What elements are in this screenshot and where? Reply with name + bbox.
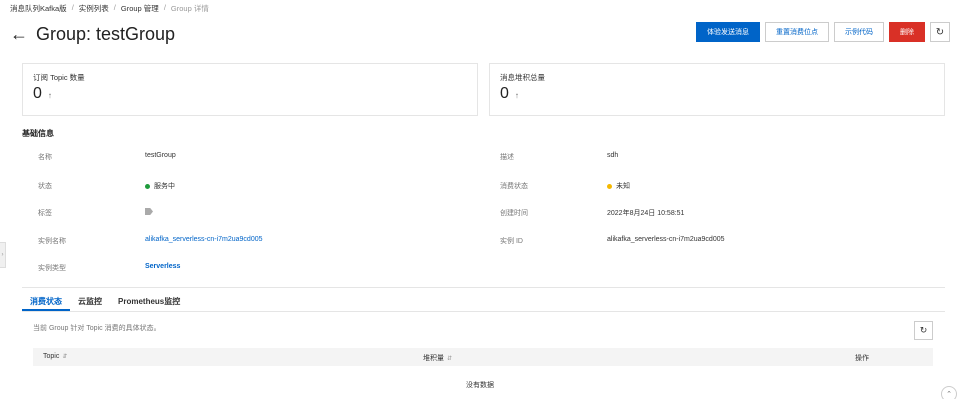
message-backlog-value: 0 xyxy=(500,85,509,102)
status-badge: 服务中 xyxy=(145,181,175,191)
tab-consume-status[interactable]: 消费状态 xyxy=(22,294,70,311)
refresh-icon[interactable]: ↻ xyxy=(930,22,950,42)
column-topic: Topic ⇵ xyxy=(43,353,67,360)
name-value: testGroup xyxy=(145,152,176,159)
breadcrumb-instance-list[interactable]: 实例列表 xyxy=(79,3,109,14)
column-topic-label: Topic xyxy=(43,353,60,360)
subscribed-topics-card: 订阅 Topic 数量 0 ↑ xyxy=(22,63,478,116)
refresh-icon[interactable]: ↻ xyxy=(914,321,933,340)
arrow-up-icon: ↑ xyxy=(514,91,519,100)
instance-name-link[interactable]: alikafka_serverless-cn-i7m2ua9cd005 xyxy=(145,236,263,243)
created-time-label: 创建时间 xyxy=(500,210,528,217)
chevron-up-icon[interactable]: ⌃ xyxy=(941,386,957,399)
table-header: Topic ⇵ 堆积量 ⇵ 操作 xyxy=(33,348,933,366)
subscribed-topics-label: 订阅 Topic 数量 xyxy=(33,73,85,82)
reset-offset-button[interactable]: 重置消费位点 xyxy=(765,22,829,42)
instance-name-label: 实例名称 xyxy=(38,238,66,245)
detail-tabs: 消费状态 云监控 Prometheus监控 xyxy=(22,294,945,312)
status-value: 服务中 xyxy=(154,183,175,190)
empty-state: 没有数据 xyxy=(466,382,494,389)
instance-id-value: alikafka_serverless-cn-i7m2ua9cd005 xyxy=(607,236,725,243)
tab-cloud-monitor[interactable]: 云监控 xyxy=(70,294,110,311)
consume-status-value: 未知 xyxy=(616,183,630,190)
info-row-status: 状态 服务中 消费状态 未知 xyxy=(0,181,960,195)
send-message-button[interactable]: 体验发送消息 xyxy=(696,22,760,42)
breadcrumb-current: Group 详情 xyxy=(170,4,209,13)
breadcrumb-group-management[interactable]: Group 管理 xyxy=(121,3,159,14)
description-value: sdh xyxy=(607,152,619,159)
basic-info-title: 基础信息 xyxy=(22,129,54,138)
info-row-tags: 标签 创建时间 2022年8月24日 10:58:51 xyxy=(0,208,960,222)
sort-icon[interactable]: ⇵ xyxy=(447,355,452,362)
breadcrumb: 消息队列Kafka版 / 实例列表 / Group 管理 / Group 详情 xyxy=(10,3,209,14)
column-actions: 操作 xyxy=(855,353,869,363)
tag-label: 标签 xyxy=(38,210,52,217)
section-divider xyxy=(22,287,945,288)
consume-status-badge: 未知 xyxy=(607,181,630,191)
breadcrumb-separator: / xyxy=(71,3,74,12)
info-row-name: 名称 testGroup 描述 sdh xyxy=(0,152,960,166)
delete-button[interactable]: 删除 xyxy=(889,22,925,42)
info-row-type: 实例类型 Serverless xyxy=(0,263,960,277)
message-backlog-label: 消息堆积总量 xyxy=(500,73,545,82)
page-title: Group: testGroup xyxy=(36,23,176,44)
column-actions-label: 操作 xyxy=(855,355,869,362)
breadcrumb-separator: / xyxy=(113,3,116,12)
tab-prometheus[interactable]: Prometheus监控 xyxy=(110,294,188,311)
created-time-value: 2022年8月24日 10:58:51 xyxy=(607,210,685,217)
chevron-right-icon[interactable]: › xyxy=(0,242,6,268)
name-label: 名称 xyxy=(38,154,52,161)
arrow-left-icon[interactable]: ← xyxy=(10,25,32,43)
breadcrumb-kafka[interactable]: 消息队列Kafka版 xyxy=(10,3,67,14)
breadcrumb-separator: / xyxy=(163,3,166,12)
info-row-instance: 实例名称 alikafka_serverless-cn-i7m2ua9cd005… xyxy=(0,236,960,250)
column-backlog: 堆积量 ⇵ xyxy=(423,353,452,363)
header-actions: 体验发送消息 重置消费位点 示例代码 删除 ↻ xyxy=(696,22,950,42)
message-backlog-card: 消息堆积总量 0 ↑ xyxy=(489,63,945,116)
instance-id-label: 实例 ID xyxy=(500,238,523,245)
instance-type-label: 实例类型 xyxy=(38,265,66,272)
page-header: ← Group: testGroup 体验发送消息 重置消费位点 示例代码 删除… xyxy=(10,20,950,48)
description-label: 描述 xyxy=(500,154,514,161)
subscribed-topics-value: 0 xyxy=(33,85,42,102)
tag-icon[interactable] xyxy=(145,208,153,215)
consume-status-label: 消费状态 xyxy=(500,183,528,190)
consume-status-dot-icon xyxy=(607,183,612,189)
status-dot-icon xyxy=(145,183,150,189)
tab-description: 当前 Group 针对 Topic 消费的具体状态。 xyxy=(33,325,161,332)
sort-icon[interactable]: ⇵ xyxy=(62,353,67,360)
instance-type-link[interactable]: Serverless xyxy=(145,263,180,270)
sample-code-button[interactable]: 示例代码 xyxy=(834,22,884,42)
column-backlog-label: 堆积量 xyxy=(423,355,444,362)
status-label: 状态 xyxy=(38,183,52,190)
arrow-up-icon: ↑ xyxy=(47,91,52,100)
